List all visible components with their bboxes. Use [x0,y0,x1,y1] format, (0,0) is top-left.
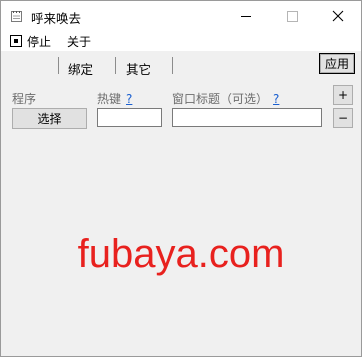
tab-other[interactable]: 其它 [126,59,151,78]
maximize-icon [286,10,298,22]
menu-about-label: 关于 [67,34,92,49]
window-title-input[interactable] [172,108,322,127]
menu-bar: 停止 关于 [1,31,361,51]
apply-button-label: 应用 [324,57,349,71]
notepad-icon [11,11,22,22]
hotkey-label: 热键? [97,90,132,107]
close-icon [332,10,344,22]
tab-separator [115,57,116,74]
window-title-label: 窗口标题（可选）? [172,90,279,107]
select-program-button[interactable]: 选择 [12,108,87,129]
stop-icon [10,35,22,47]
program-label: 程序 [12,92,37,106]
window-title: 呼来唤去 [31,11,82,26]
minimize-button[interactable] [223,1,269,31]
menu-item-stop[interactable]: 停止 [10,33,51,49]
menu-stop-label: 停止 [27,34,52,49]
hotkey-label-text: 热键 [97,92,122,106]
close-button[interactable] [315,1,361,31]
watermark-text: fubaya.com [77,232,285,276]
hotkey-help-link[interactable]: ? [126,92,132,106]
tab-separator [58,57,59,74]
window-title-label-text: 窗口标题（可选） [172,92,269,106]
hotkey-input[interactable] [97,108,162,127]
title-bar[interactable]: 呼来唤去 [1,1,361,31]
add-row-button[interactable]: + [333,85,353,105]
apply-button[interactable]: 应用 [319,53,355,74]
app-window: 呼来唤去 停止 关于 热键 绑定 其它 应用 程序 热键? 窗口 [0,0,362,357]
window-title-help-link[interactable]: ? [273,92,279,106]
maximize-button [269,1,315,31]
remove-row-button[interactable]: − [333,108,353,128]
tab-separator [172,57,173,74]
select-button-label: 选择 [37,112,62,126]
tab-bind[interactable]: 绑定 [68,59,93,78]
minimize-icon [241,15,251,17]
menu-item-about[interactable]: 关于 [67,33,91,49]
